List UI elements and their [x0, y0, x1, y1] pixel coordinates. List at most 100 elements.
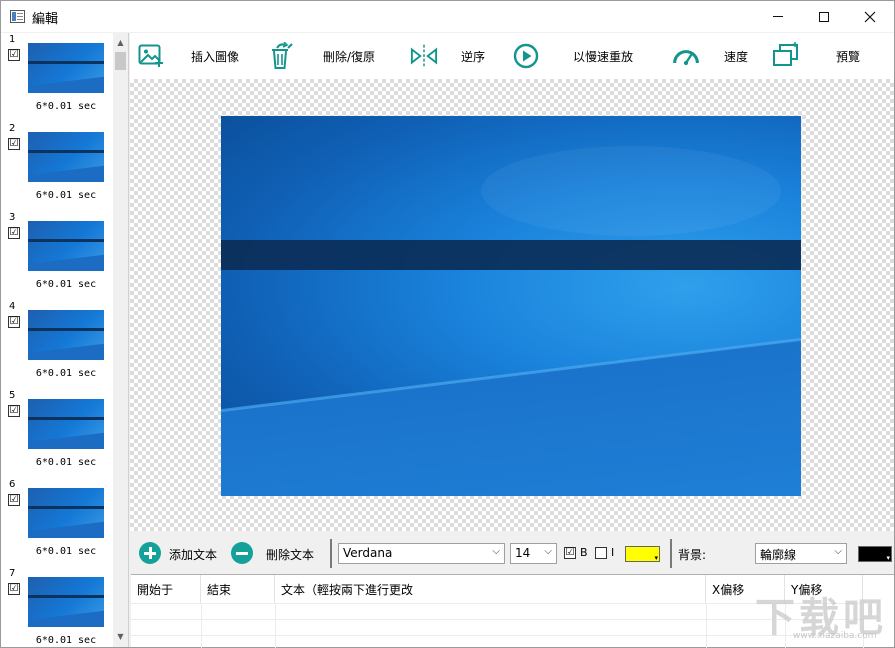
frame-item[interactable]: 1 ☑ 6*0.01 sec	[1, 33, 113, 122]
close-icon	[864, 11, 876, 22]
frame-number: 4	[9, 301, 16, 312]
background-label: 背景:	[678, 548, 707, 562]
minimize-button[interactable]	[755, 1, 801, 32]
frame-floor	[221, 330, 801, 496]
frame-thumbnail[interactable]	[28, 488, 104, 538]
table-column-divider	[201, 603, 202, 648]
reverse-label: 逆序	[461, 50, 486, 64]
frame-canvas[interactable]	[130, 79, 894, 531]
italic-label: I	[611, 546, 615, 559]
frame-checkbox[interactable]: ☑	[8, 583, 20, 595]
separator	[670, 539, 672, 568]
preview-icon	[772, 42, 800, 70]
frame-checkbox[interactable]: ☑	[8, 494, 20, 506]
frame-thumbnail[interactable]	[28, 577, 104, 627]
frame-item[interactable]: 5 ☑ 6*0.01 sec	[1, 389, 113, 478]
preview-label: 預覽	[836, 50, 861, 64]
text-color-picker[interactable]: ▾	[625, 546, 660, 562]
dropdown-arrow-icon: ▾	[654, 554, 658, 562]
bold-label: B	[580, 546, 588, 559]
toolbar: 插入圖像 刪除/復原 逆序 以慢速重放 速度 預覽	[130, 33, 894, 79]
background-mode-value: 輪廓線	[760, 548, 797, 562]
close-button[interactable]	[847, 1, 893, 32]
frame-list-scrollbar[interactable]: ▲ ▼	[113, 33, 128, 647]
editor-window: 編輯 1 ☑ 6*0.01 sec 2 ☑ 6*0.01 sec 3 ☑ 6*0…	[0, 0, 895, 648]
current-frame-image	[221, 116, 801, 496]
insert-image-label: 插入圖像	[191, 50, 240, 64]
frame-item[interactable]: 7 ☑ 6*0.01 sec	[1, 567, 113, 647]
frame-item[interactable]: 6 ☑ 6*0.01 sec	[1, 478, 113, 567]
frame-delay: 6*0.01 sec	[35, 635, 97, 646]
frame-item[interactable]: 2 ☑ 6*0.01 sec	[1, 122, 113, 211]
maximize-icon	[819, 11, 829, 22]
frame-number: 7	[9, 568, 16, 579]
window-title: 編輯	[32, 12, 59, 27]
font-select-value: Verdana	[343, 546, 393, 560]
frame-thumbnail[interactable]	[28, 399, 104, 449]
table-column-divider	[706, 603, 707, 648]
watermark-url: www.xiazaiba.com	[793, 631, 877, 641]
frame-thumbnail[interactable]	[28, 43, 104, 93]
column-header-end[interactable]: 結束	[201, 575, 275, 603]
delete-text-icon[interactable]	[231, 542, 253, 564]
background-mode-select[interactable]: 輪廓線 ⌵	[755, 543, 847, 564]
frame-smoke-shade	[481, 146, 781, 236]
frame-number: 6	[9, 479, 16, 490]
add-text-icon[interactable]	[139, 542, 161, 564]
dropdown-arrow-icon: ▾	[886, 554, 890, 562]
scroll-thumb[interactable]	[115, 52, 126, 70]
frame-checkbox[interactable]: ☑	[8, 316, 20, 328]
minimize-icon	[773, 16, 783, 17]
table-column-divider	[275, 603, 276, 648]
delete-text-button[interactable]: 刪除文本	[266, 546, 314, 563]
separator	[330, 539, 332, 568]
text-toolbar: 添加文本 刪除文本 Verdana ⌵ 14 ⌵ ☑ B I ▾ 背景: 輪廓線…	[130, 532, 894, 574]
frame-number: 1	[9, 34, 16, 45]
frame-checkbox[interactable]: ☑	[8, 405, 20, 417]
insert-image-icon	[137, 42, 165, 70]
watermark-logo: 下载吧 www.xiazaiba.com	[749, 583, 889, 645]
outline-color-picker[interactable]: ▾	[858, 546, 892, 562]
column-header-text[interactable]: 文本（輕按兩下進行更改	[275, 575, 706, 603]
scroll-down-icon[interactable]: ▼	[113, 629, 128, 644]
slow-replay-icon	[512, 42, 540, 70]
frame-number: 5	[9, 390, 16, 401]
frame-checkbox[interactable]: ☑	[8, 227, 20, 239]
chevron-down-icon: ⌵	[544, 546, 552, 557]
scroll-up-icon[interactable]: ▲	[113, 35, 128, 50]
delete-restore-label: 刪除/復原	[323, 50, 376, 64]
frame-thumbnail[interactable]	[28, 310, 104, 360]
frame-checkbox[interactable]: ☑	[8, 49, 20, 61]
frame-delay: 6*0.01 sec	[35, 279, 97, 290]
frame-thumbnail[interactable]	[28, 221, 104, 271]
frame-delay: 6*0.01 sec	[35, 457, 97, 468]
font-size-select[interactable]: 14 ⌵	[510, 543, 557, 564]
frame-number: 3	[9, 212, 16, 223]
frame-dark-band	[221, 240, 801, 270]
slow-replay-label: 以慢速重放	[573, 50, 634, 64]
frame-delay: 6*0.01 sec	[35, 190, 97, 201]
frame-number: 2	[9, 123, 16, 134]
frame-delay: 6*0.01 sec	[35, 101, 97, 112]
speed-label: 速度	[724, 50, 749, 64]
column-header-start[interactable]: 開始于	[131, 575, 201, 603]
frame-delay: 6*0.01 sec	[35, 368, 97, 379]
delete-restore-icon	[267, 42, 295, 70]
font-select[interactable]: Verdana ⌵	[338, 543, 505, 564]
frame-checkbox[interactable]: ☑	[8, 138, 20, 150]
chevron-down-icon: ⌵	[492, 546, 500, 557]
app-icon	[10, 10, 25, 23]
speed-gauge-icon	[672, 42, 700, 70]
frame-list[interactable]: 1 ☑ 6*0.01 sec 2 ☑ 6*0.01 sec 3 ☑ 6*0.01…	[1, 33, 129, 647]
reverse-icon	[410, 42, 438, 70]
font-size-value: 14	[515, 546, 531, 560]
italic-checkbox[interactable]	[595, 547, 607, 559]
add-text-button[interactable]: 添加文本	[169, 546, 217, 563]
frame-item[interactable]: 4 ☑ 6*0.01 sec	[1, 300, 113, 389]
chevron-down-icon: ⌵	[834, 546, 842, 557]
frame-delay: 6*0.01 sec	[35, 546, 97, 557]
frame-item[interactable]: 3 ☑ 6*0.01 sec	[1, 211, 113, 300]
frame-thumbnail[interactable]	[28, 132, 104, 182]
maximize-button[interactable]	[801, 1, 847, 32]
bold-checkbox[interactable]: ☑	[564, 547, 576, 559]
